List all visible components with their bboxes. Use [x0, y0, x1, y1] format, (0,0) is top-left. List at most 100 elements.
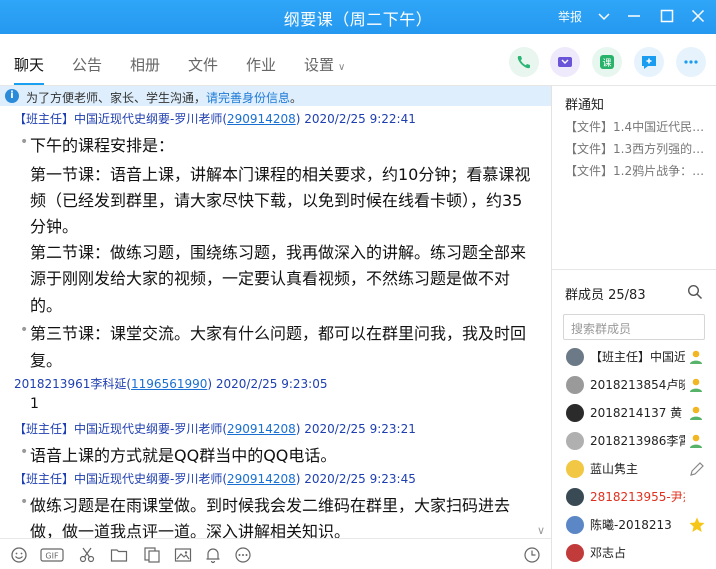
- member-row[interactable]: 蓝山隽主: [562, 458, 712, 480]
- phone-icon: [517, 56, 530, 69]
- tab-homework[interactable]: 作业: [246, 54, 276, 75]
- message-line: 1: [30, 396, 39, 412]
- sender-name[interactable]: 2018213961李科延(: [14, 377, 131, 391]
- chat-message-area[interactable]: 【班主任】中国近现代史纲要-罗川老师(290914208) 2020/2/25 …: [0, 106, 551, 538]
- admin-person-icon: [688, 348, 706, 366]
- avatar: [566, 516, 584, 534]
- sender-qq-link[interactable]: 290914208: [227, 472, 296, 486]
- member-row[interactable]: 2018214137 黄: [562, 402, 712, 424]
- class-button[interactable]: 课: [592, 47, 622, 77]
- sender-name[interactable]: 【班主任】中国近现代史纲要-罗川老师(: [14, 422, 227, 436]
- message-header: 2018213961李科延(1196561990) 2020/2/25 9:23…: [14, 375, 328, 392]
- message-header: 【班主任】中国近现代史纲要-罗川老师(290914208) 2020/2/25 …: [14, 420, 416, 437]
- notice-text: 为了方便老师、家长、学生沟通，: [26, 91, 207, 105]
- tab-chat[interactable]: 聊天: [14, 54, 45, 85]
- more-button[interactable]: [676, 47, 706, 77]
- member-name: 邓志占: [590, 546, 627, 560]
- members-title: 群成员 25/83: [565, 288, 646, 303]
- more-icon[interactable]: [234, 546, 252, 564]
- admin-person-icon: [688, 432, 706, 450]
- member-row[interactable]: 2018213854卢晓: [562, 374, 712, 396]
- image-files-icon[interactable]: [143, 546, 161, 564]
- message-time: ) 2020/2/25 9:23:45: [295, 472, 416, 486]
- avatar: [566, 348, 584, 366]
- chat-add-icon: [642, 56, 656, 69]
- message-line: 第二节课：做练习题，围绕练习题，我再做深入的讲解。练习题全部来: [30, 243, 527, 262]
- video-call-icon: [558, 57, 572, 67]
- tab-files[interactable]: 文件: [188, 54, 218, 75]
- phone-button[interactable]: [509, 47, 539, 77]
- tab-announcement[interactable]: 公告: [72, 54, 102, 75]
- message-line: 做练习题是在雨课堂做。到时候我会发二维码在群里，大家扫码进去: [30, 496, 511, 515]
- member-row[interactable]: 陈曦-2018213: [562, 514, 712, 536]
- identity-notice-text: 为了方便老师、家长、学生沟通，请完善身份信息。: [26, 89, 302, 106]
- tab-album[interactable]: 相册: [130, 54, 160, 75]
- more-icon: [684, 60, 698, 64]
- message-line: 的。: [30, 296, 63, 315]
- chevron-down-icon: ∨: [338, 62, 346, 73]
- member-row[interactable]: 2818213955-尹杰: [562, 486, 712, 508]
- scroll-down-icon[interactable]: ∨: [537, 524, 545, 537]
- class-icon: 课: [600, 55, 614, 69]
- group-notice-item[interactable]: 【文件】1.2鸦片战争：…: [565, 162, 704, 179]
- message-line: 第三节课：课堂交流。大家有什么问题，都可以在群里问我，我及时回: [30, 324, 527, 343]
- notice-suffix: 。: [290, 91, 303, 105]
- title-bar: 纲要课（周二下午） 举报: [0, 0, 716, 34]
- image-icon[interactable]: [174, 546, 192, 564]
- star-icon: [688, 516, 706, 534]
- input-toolbar: GIF: [0, 538, 551, 569]
- avatar: [566, 460, 584, 478]
- video-call-button[interactable]: [550, 47, 580, 77]
- maximize-icon[interactable]: [658, 7, 676, 25]
- member-name: 2818213955-尹杰: [590, 490, 685, 504]
- group-notice-item[interactable]: 【文件】1.3西方列强的…: [565, 140, 704, 157]
- group-notice-item[interactable]: 【文件】1.4中国近代民…: [565, 118, 704, 135]
- info-icon: i: [5, 89, 19, 103]
- member-row[interactable]: 【班主任】中国近: [562, 346, 712, 368]
- dropdown-icon[interactable]: [595, 7, 613, 25]
- group-notice-title[interactable]: 群通知: [565, 94, 604, 113]
- scissors-icon[interactable]: [78, 546, 96, 564]
- message-line: 做，做一道我点评一道。深入讲解相关知识。: [30, 522, 351, 538]
- gif-icon[interactable]: GIF: [40, 546, 64, 564]
- member-search-input[interactable]: 搜索群成员: [563, 314, 705, 340]
- emoji-icon[interactable]: [10, 546, 28, 564]
- sender-name[interactable]: 【班主任】中国近现代史纲要-罗川老师(: [14, 112, 227, 126]
- sender-qq-link[interactable]: 290914208: [227, 422, 296, 436]
- chat-add-button[interactable]: [634, 47, 664, 77]
- member-row[interactable]: 2018213986李霄: [562, 430, 712, 452]
- member-row[interactable]: 邓志占: [562, 542, 712, 564]
- message-time: ) 2020/2/25 9:23:05: [207, 377, 328, 391]
- identity-notice-bar: i 为了方便老师、家长、学生沟通，请完善身份信息。: [0, 86, 551, 106]
- tab-settings[interactable]: 设置 ∨: [304, 54, 345, 75]
- member-name: 陈曦-2018213: [590, 518, 672, 532]
- avatar: [566, 404, 584, 422]
- message-line: 分钟。: [30, 217, 79, 236]
- search-icon[interactable]: [687, 284, 703, 300]
- close-icon[interactable]: [689, 7, 707, 25]
- avatar: [566, 488, 584, 506]
- tab-bar: 聊天 公告 相册 文件 作业 设置 ∨ 课: [0, 34, 716, 86]
- bullet-icon: •: [20, 134, 29, 150]
- bell-icon[interactable]: [204, 546, 222, 564]
- report-button[interactable]: 举报: [558, 8, 582, 25]
- avatar: [566, 544, 584, 562]
- folder-icon[interactable]: [110, 546, 128, 564]
- message-time: ) 2020/2/25 9:22:41: [295, 112, 416, 126]
- avatar: [566, 376, 584, 394]
- sender-qq-link[interactable]: 1196561990: [131, 377, 207, 391]
- sender-name[interactable]: 【班主任】中国近现代史纲要-罗川老师(: [14, 472, 227, 486]
- minimize-icon[interactable]: [625, 7, 643, 25]
- admin-person-icon: [688, 376, 706, 394]
- member-name: 蓝山隽主: [590, 462, 639, 476]
- tab-settings-label: 设置: [304, 56, 335, 74]
- message-line: 源于刚刚发给大家的视频，一定要认真看视频，不然练习题是做不对: [30, 269, 511, 288]
- complete-identity-link[interactable]: 请完善身份信息: [206, 91, 290, 105]
- message-line: 第一节课：语音上课，讲解本门课程的相关要求，约10分钟；看慕课视: [30, 165, 531, 184]
- edit-icon[interactable]: [688, 460, 706, 478]
- admin-person-icon: [688, 404, 706, 422]
- sender-qq-link[interactable]: 290914208: [227, 112, 296, 126]
- history-icon[interactable]: [523, 546, 541, 564]
- message-time: ) 2020/2/25 9:23:21: [295, 422, 416, 436]
- member-name: 【班主任】中国近: [590, 350, 685, 364]
